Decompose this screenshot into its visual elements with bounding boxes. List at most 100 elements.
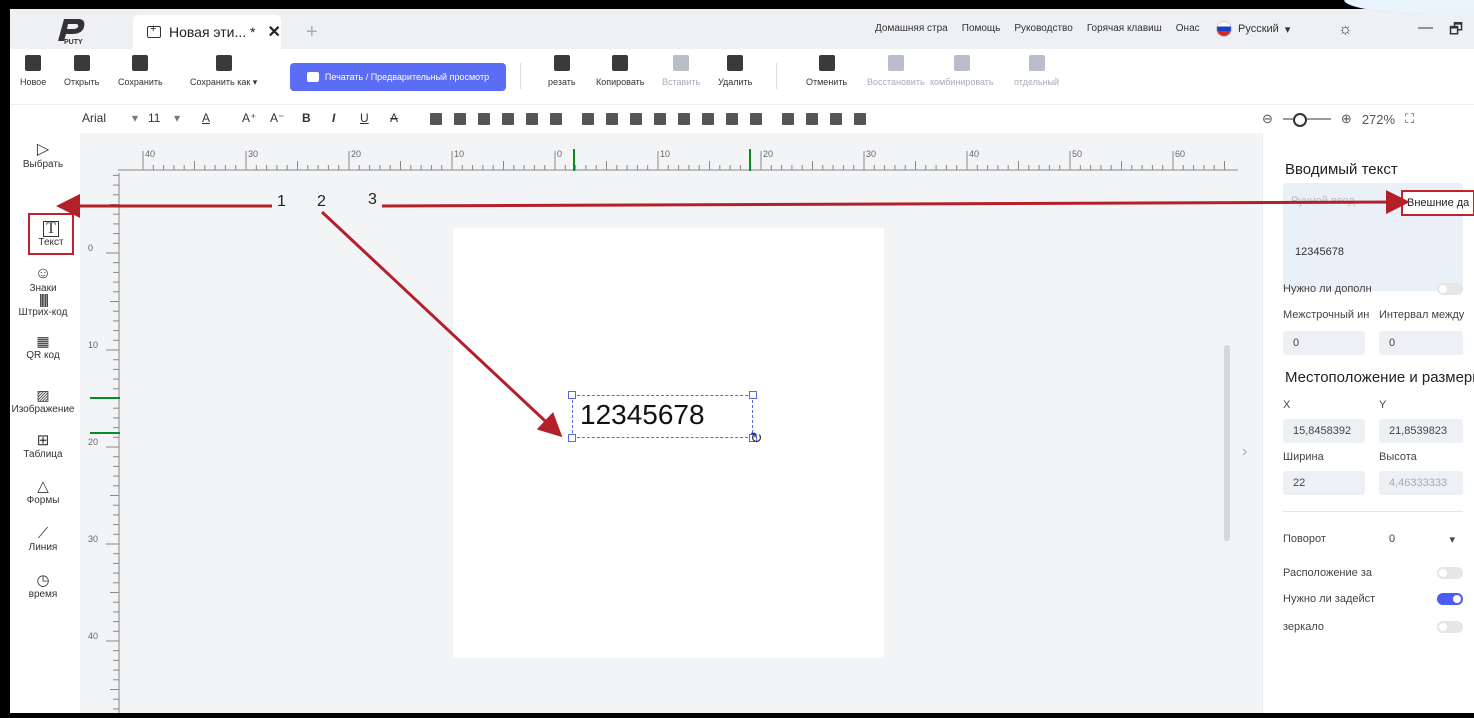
resize-handle[interactable] [568,434,576,442]
align-h-center-icon[interactable] [582,113,594,125]
bring-front-icon[interactable] [806,113,818,125]
layout-toggle[interactable] [1437,567,1463,579]
align-obj-right-icon[interactable] [702,113,714,125]
rotate-handle-icon[interactable]: ↻ [750,429,763,447]
document-tab[interactable]: Новая эти... * ✕ [133,15,281,49]
time-tool[interactable]: ◷ время [10,571,76,600]
underline-icon[interactable]: U [360,111,369,125]
manual-input-tab[interactable]: Ручной ввод [1291,195,1371,207]
time-label: время [28,589,58,600]
height-input[interactable]: 4,46333333 [1379,471,1463,495]
layer-icon[interactable] [782,113,794,125]
nav-guide[interactable]: Руководство [1014,23,1072,34]
scissors-icon [553,55,570,71]
zoom-slider[interactable] [1282,113,1331,127]
shapes-tool[interactable]: △ Формы [10,477,76,506]
zoom-in-icon[interactable]: ⊕ [1341,111,1352,127]
print-preview-button[interactable]: Печатать / Предварительный просмотр [290,63,506,91]
align-left-icon[interactable] [430,113,442,125]
undo-icon [818,55,835,71]
distribute-h-icon[interactable] [750,113,762,125]
align-top-icon[interactable] [630,113,642,125]
align-right-icon[interactable] [478,113,490,125]
new-button[interactable]: Новое [20,55,46,87]
select-tool[interactable]: ▷ Выбрать [10,139,76,170]
language-selector[interactable]: Русский ▾ [1216,21,1290,37]
mirror-toggle[interactable] [1437,621,1463,633]
cut-button[interactable]: резать [548,55,576,87]
ruler-label: 20 [88,437,98,447]
increase-font-icon[interactable]: A⁺ [242,111,256,125]
distribute-v-icon[interactable] [726,113,738,125]
decrease-font-icon[interactable]: A⁻ [270,111,284,125]
external-data-tab[interactable]: Внешние да [1401,190,1474,216]
nav-home[interactable]: Домашняя стра [875,23,948,34]
rotation-select[interactable]: 0 ▾ [1379,527,1463,551]
font-size-select[interactable]: 11 [148,111,160,125]
qr-tool[interactable]: ▦ QR код [10,333,76,361]
save-as-button[interactable]: Сохранить как ▾ [190,55,257,88]
theme-sun-icon[interactable]: ☼ [1338,21,1353,39]
bold-icon[interactable]: B [302,111,311,125]
font-family-select[interactable]: Arial [82,111,106,125]
strikethrough-icon[interactable]: A [390,111,398,125]
line-tool[interactable]: ⟋ Линия [10,525,76,553]
open-button[interactable]: Открыть [64,55,99,87]
align-obj-left-icon[interactable] [678,113,690,125]
undo-button[interactable]: Отменить [806,55,847,87]
label-page[interactable] [453,228,884,658]
minimize-button[interactable]: — [1418,19,1433,44]
language-label: Русский [1238,23,1279,35]
new-tab-button[interactable]: + [306,21,318,44]
folder-icon [73,55,90,71]
separate-icon [1028,55,1045,71]
flip-icon[interactable] [550,113,562,125]
signs-tool[interactable]: ☺ Знаки [10,265,76,294]
text-tool[interactable]: T Текст [28,213,74,255]
redo-button[interactable]: Восстановить [867,55,925,87]
char-spacing-input[interactable]: 0 [1379,331,1463,355]
collapse-panel-icon[interactable]: › [1242,443,1247,461]
nav-about[interactable]: Онас [1176,23,1200,34]
resize-handle[interactable] [749,391,757,399]
italic-icon[interactable]: I [332,111,335,125]
copy-button[interactable]: Копировать [596,55,644,87]
barcode-tool[interactable]: ||||| Штрих-код [10,291,76,318]
justify-icon[interactable] [502,113,514,125]
send-back-icon[interactable] [830,113,842,125]
resize-handle[interactable] [568,391,576,399]
separate-button[interactable]: отдельный [1014,55,1059,87]
design-canvas[interactable]: 40 30 20 10 0 10 20 30 40 50 60 0 10 20 30 40 ↻ 123456… [80,133,1262,713]
paste-icon [673,55,690,71]
y-input[interactable]: 21,8539823 [1379,419,1463,443]
width-input[interactable]: 22 [1283,471,1365,495]
align-center-icon[interactable] [454,113,466,125]
paste-button[interactable]: Вставить [662,55,700,87]
new-label: Новое [20,77,47,87]
x-input[interactable]: 15,8458392 [1283,419,1365,443]
table-tool[interactable]: ⊞ Таблица [10,431,76,460]
zoom-out-icon[interactable]: ⊖ [1262,111,1273,127]
need-use-toggle[interactable] [1437,593,1463,605]
alignment-tools [430,113,866,125]
nav-help[interactable]: Помощь [962,23,1001,34]
font-color-icon[interactable]: A [202,111,210,125]
maximize-button[interactable]: 🗗 [1449,19,1463,44]
save-button[interactable]: Сохранить [118,55,163,87]
layers-icon[interactable] [854,113,866,125]
need-extra-toggle[interactable] [1437,283,1463,295]
combine-button[interactable]: комбинировать [930,55,994,87]
width-value: 22 [1293,477,1306,489]
delete-button[interactable]: Удалить [718,55,752,87]
zoom-value: 272% [1361,111,1396,127]
nav-hotkeys[interactable]: Горячая клавиш [1087,23,1162,34]
align-bottom-icon[interactable] [654,113,666,125]
tab-close-button[interactable]: ✕ [268,22,281,42]
print-label: Печатать / Предварительный просмотр [324,72,490,82]
image-tool[interactable]: ▨ Изображение [10,387,76,415]
fit-screen-icon[interactable]: ⛶ [1405,111,1414,127]
vertical-scrollbar[interactable] [1224,345,1230,541]
invert-icon[interactable] [526,113,538,125]
align-v-center-icon[interactable] [606,113,618,125]
line-spacing-input[interactable]: 0 [1283,331,1365,355]
